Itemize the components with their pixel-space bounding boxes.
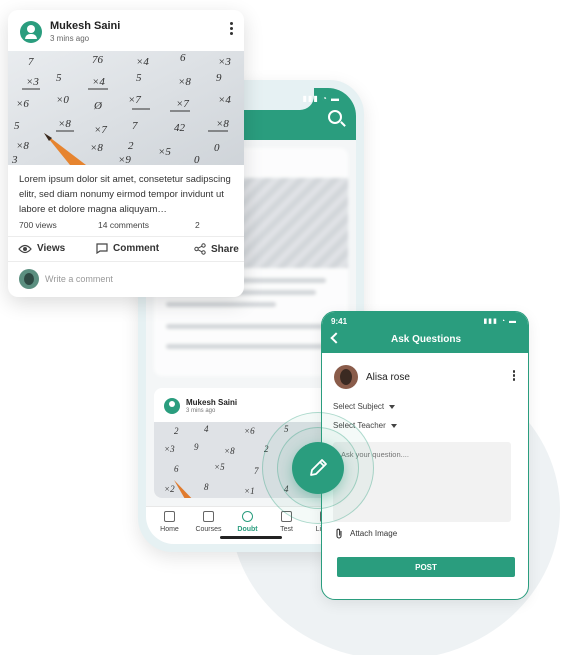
shares-count: 2 xyxy=(195,220,200,230)
svg-text:×8: ×8 xyxy=(216,118,229,130)
svg-text:×7: ×7 xyxy=(176,98,189,110)
home-icon xyxy=(164,511,175,522)
svg-text:×9: ×9 xyxy=(118,154,131,165)
comments-count[interactable]: 14 comments xyxy=(98,220,149,230)
nav-home[interactable]: Home xyxy=(150,507,189,544)
comment-button[interactable]: Comment xyxy=(96,243,159,254)
svg-text:×8: ×8 xyxy=(90,142,103,154)
svg-text:42: 42 xyxy=(174,122,186,134)
post-actions: Views Comment Share xyxy=(8,236,244,262)
attach-image-button[interactable]: Attach Image xyxy=(335,528,397,539)
svg-text:9: 9 xyxy=(194,442,199,452)
svg-text:×2: ×2 xyxy=(164,484,175,494)
author-avatar xyxy=(164,398,180,414)
svg-text:×8: ×8 xyxy=(58,118,71,130)
svg-text:2: 2 xyxy=(128,140,134,152)
svg-text:×3: ×3 xyxy=(26,76,39,88)
svg-text:×6: ×6 xyxy=(244,426,255,436)
views-button[interactable]: Views xyxy=(18,243,65,254)
svg-text:×7: ×7 xyxy=(128,94,141,106)
post-time: 3 mins ago xyxy=(50,34,90,43)
home-indicator xyxy=(220,536,282,539)
post-author[interactable]: Mukesh Saini xyxy=(50,20,120,32)
caret-down-icon xyxy=(389,404,396,409)
post-author: Mukesh Saini xyxy=(186,398,238,407)
svg-text:76: 76 xyxy=(92,54,104,66)
info-icon xyxy=(242,511,253,522)
svg-text:×5: ×5 xyxy=(214,462,225,472)
compose-fab[interactable] xyxy=(292,442,344,494)
svg-text:5: 5 xyxy=(14,120,20,132)
user-name: Alisa rose xyxy=(366,372,410,383)
svg-text:6: 6 xyxy=(174,464,179,474)
caret-down-icon xyxy=(390,423,397,428)
book-icon xyxy=(203,511,214,522)
svg-text:3: 3 xyxy=(11,154,18,165)
math-worksheet-image: 7 76 ×4 6 ×3 ×3 5 ×4 5 ×8 9 ×6 ×0 Ø ×7 ×7 ×4 5 ×8 ×7 7 42 ×… xyxy=(8,51,244,165)
svg-text:×7: ×7 xyxy=(94,124,107,136)
share-icon xyxy=(194,243,206,255)
svg-text:0: 0 xyxy=(194,154,200,165)
svg-text:4: 4 xyxy=(204,424,209,434)
svg-text:9: 9 xyxy=(216,72,222,84)
svg-text:×8: ×8 xyxy=(178,76,191,88)
svg-text:×1: ×1 xyxy=(244,486,255,496)
post-card: Mukesh Saini 3 mins ago 7 76 ×4 6 ×3 ×3 5 ×4 5 ×… xyxy=(8,10,244,297)
comment-input[interactable]: Write a comment xyxy=(45,274,113,284)
subject-select[interactable]: Select Subject xyxy=(333,402,396,411)
svg-text:×8: ×8 xyxy=(224,446,235,456)
svg-text:6: 6 xyxy=(180,52,186,64)
share-button[interactable]: Share xyxy=(194,243,239,255)
paperclip-icon xyxy=(336,528,342,539)
svg-text:5: 5 xyxy=(136,72,142,84)
svg-text:×0: ×0 xyxy=(56,94,69,106)
pencil-icon xyxy=(310,459,327,476)
post-time: 3 mins ago xyxy=(186,408,216,414)
more-options-icon[interactable] xyxy=(228,22,234,38)
svg-text:×8: ×8 xyxy=(16,140,29,152)
status-time: 9:41 xyxy=(331,317,348,326)
user-avatar xyxy=(334,365,358,389)
svg-text:7: 7 xyxy=(28,56,34,68)
search-icon[interactable] xyxy=(328,110,342,124)
user-avatar xyxy=(19,269,39,289)
svg-text:×4: ×4 xyxy=(218,94,231,106)
svg-text:×5: ×5 xyxy=(158,146,171,158)
svg-text:×4: ×4 xyxy=(136,56,149,68)
views-count: 700 views xyxy=(19,220,57,230)
svg-text:Ø: Ø xyxy=(93,100,103,112)
svg-text:0: 0 xyxy=(214,142,220,154)
comment-icon xyxy=(96,243,108,254)
status-icons: ▮▮▮ ◔ ▬ xyxy=(302,94,340,103)
svg-text:×4: ×4 xyxy=(92,76,105,88)
svg-text:×6: ×6 xyxy=(16,98,29,110)
post-button[interactable]: POST xyxy=(337,557,515,577)
status-icons: ▮▮▮ ◔ ▬ xyxy=(483,318,517,325)
svg-text:×3: ×3 xyxy=(164,444,175,454)
screen-title: Ask Questions xyxy=(390,334,462,345)
more-options-icon[interactable] xyxy=(512,370,516,382)
svg-text:8: 8 xyxy=(204,482,209,492)
svg-text:2: 2 xyxy=(174,426,179,436)
svg-text:7: 7 xyxy=(132,120,138,132)
svg-text:7: 7 xyxy=(254,466,259,476)
svg-text:5: 5 xyxy=(56,72,62,84)
svg-text:×3: ×3 xyxy=(218,56,231,68)
eye-icon xyxy=(18,244,32,253)
author-avatar[interactable] xyxy=(20,21,42,43)
post-body: Lorem ipsum dolor sit amet, consetetur s… xyxy=(19,174,231,215)
